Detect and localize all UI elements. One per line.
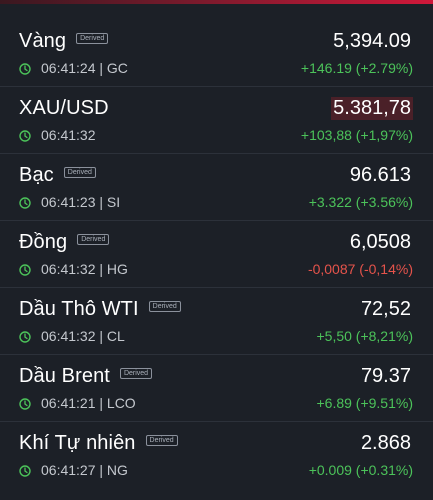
instrument-name: Dầu Thô WTI <box>19 298 139 320</box>
clock-icon <box>19 330 31 343</box>
derived-badge: Derived <box>77 234 110 245</box>
list-item[interactable]: Khí Tự nhiên Derived 06:41:27 | NG 2.868… <box>0 422 433 489</box>
clock-icon <box>19 464 31 477</box>
list-item[interactable]: XAU/USD 06:41:32 5.381,78 +103,88 (+1,97… <box>0 87 433 154</box>
derived-badge: Derived <box>145 435 178 446</box>
update-time-symbol: 06:41:27 | NG <box>41 462 128 478</box>
update-time: 06:41:32 <box>41 127 96 143</box>
meta-line: 06:41:24 | GC <box>19 60 128 76</box>
meta-line: 06:41:32 | HG <box>19 261 128 277</box>
list-item[interactable]: Bạc Derived 06:41:23 | SI 96.613 +3.322 … <box>0 154 433 221</box>
clock-icon <box>19 62 31 75</box>
last-price: 5,394.09 <box>333 30 411 52</box>
derived-badge: Derived <box>119 368 153 379</box>
meta-line: 06:41:32 | CL <box>19 328 125 344</box>
top-accent-bar <box>0 0 433 4</box>
name-line: Khí Tự nhiên Derived <box>19 432 178 455</box>
clock-icon <box>19 263 31 276</box>
instrument-name: Dầu Brent <box>19 365 110 387</box>
commodity-list: Vàng Derived 06:41:24 | GC 5,394.09 +146… <box>0 20 433 489</box>
last-price: 6,0508 <box>349 231 411 253</box>
price-change: +146.19 (+2.79%) <box>300 60 413 76</box>
update-time-symbol: 06:41:21 | LCO <box>41 395 136 411</box>
name-line: Dầu Thô WTI Derived <box>19 298 181 321</box>
instrument-name: Bạc <box>19 164 54 186</box>
update-time-symbol: 06:41:32 | CL <box>41 328 125 344</box>
derived-badge: Derived <box>148 301 181 312</box>
instrument-name: XAU/USD <box>19 97 109 119</box>
meta-line: 06:41:27 | NG <box>19 462 128 478</box>
list-item[interactable]: Dầu Thô WTI Derived 06:41:32 | CL 72,52 … <box>0 288 433 355</box>
name-line: Bạc Derived <box>19 164 96 187</box>
meta-line: 06:41:23 | SI <box>19 194 120 210</box>
name-line: XAU/USD <box>19 97 109 120</box>
last-price: 79.37 <box>360 365 411 387</box>
derived-badge: Derived <box>76 33 109 44</box>
update-time-symbol: 06:41:23 | SI <box>41 194 121 210</box>
meta-line: 06:41:32 <box>19 127 96 143</box>
name-line: Đồng Derived <box>19 231 110 254</box>
list-item[interactable]: Đồng Derived 06:41:32 | HG 6,0508 -0,008… <box>0 221 433 288</box>
instrument-name: Khí Tự nhiên <box>19 432 136 454</box>
name-line: Vàng Derived <box>19 30 109 53</box>
price-change: +103,88 (+1,97%) <box>300 127 413 143</box>
last-price: 72,52 <box>360 298 411 320</box>
last-price: 2.868 <box>360 432 411 454</box>
meta-line: 06:41:21 | LCO <box>19 395 136 411</box>
clock-icon <box>19 196 31 209</box>
clock-icon <box>19 129 31 142</box>
last-price: 96.613 <box>349 164 411 186</box>
instrument-name: Đồng <box>19 231 68 253</box>
instrument-name: Vàng <box>19 30 67 52</box>
clock-icon <box>19 397 31 410</box>
name-line: Dầu Brent Derived <box>19 365 153 388</box>
price-change: +5,50 (+8,21%) <box>316 328 413 344</box>
derived-badge: Derived <box>63 167 96 178</box>
price-change: -0,0087 (-0,14%) <box>307 261 413 277</box>
list-item[interactable]: Dầu Brent Derived 06:41:21 | LCO 79.37 +… <box>0 355 433 422</box>
list-item[interactable]: Vàng Derived 06:41:24 | GC 5,394.09 +146… <box>0 20 433 87</box>
price-change: +3.322 (+3.56%) <box>308 194 413 210</box>
price-change: +0.009 (+0.31%) <box>308 462 413 478</box>
update-time-symbol: 06:41:32 | HG <box>41 261 128 277</box>
price-change: +6.89 (+9.51%) <box>316 395 413 411</box>
last-price: 5.381,78 <box>331 97 413 120</box>
update-time-symbol: 06:41:24 | GC <box>41 60 128 76</box>
